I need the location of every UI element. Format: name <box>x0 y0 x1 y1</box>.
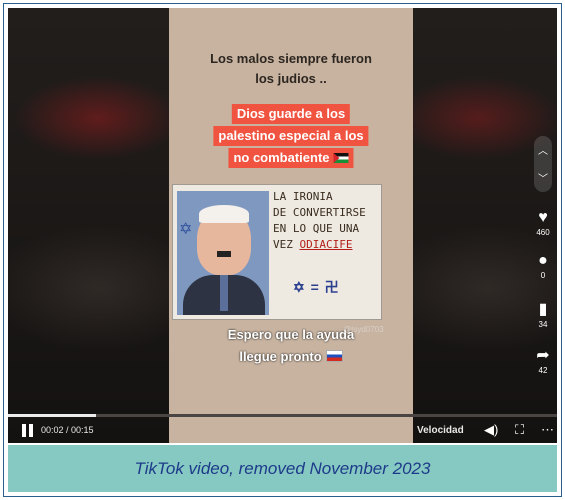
comment-icon: ● <box>538 252 548 269</box>
highlight-text-line: no combatiente <box>228 148 354 168</box>
highlight-text: no combatiente <box>233 150 330 165</box>
video-frame[interactable]: Los malos siempre fueron los judios .. D… <box>169 8 413 443</box>
video-nav-pill: ︿ ﹀ <box>534 136 552 192</box>
bookmark-icon: ▮ <box>538 301 548 318</box>
pause-icon <box>22 424 26 437</box>
heart-icon: ♥ <box>538 209 548 226</box>
chevron-down-icon[interactable]: ﹀ <box>534 170 552 185</box>
overlay-text-line: Los malos siempre fueron <box>210 51 372 66</box>
more-options-icon[interactable]: ⋯ <box>541 422 554 438</box>
share-count: 42 <box>538 366 548 375</box>
comment-count: 0 <box>540 271 546 280</box>
content-frame: Los malos siempre fueron los judios .. D… <box>3 3 562 497</box>
like-button[interactable]: ♥ 460 <box>531 209 555 238</box>
speed-button[interactable]: Velocidad <box>417 425 464 436</box>
palestine-flag-icon <box>333 153 349 163</box>
pause-button[interactable] <box>22 424 34 437</box>
watermark: @tsyd0703 <box>343 325 384 334</box>
star-of-david-icon: ✡ <box>179 221 193 238</box>
comment-button[interactable]: ● 0 <box>531 252 555 281</box>
fullscreen-icon[interactable]: ⛶ <box>515 422 524 438</box>
portrait-image: ✡ <box>177 191 269 315</box>
poster-equation: ✡ = 卍 <box>293 279 340 295</box>
poster-handwriting: LA IRONIA DE CONVERTIRSE EN LO QUE UNA V… <box>273 190 366 251</box>
highlight-text-line: palestino especial a los <box>213 126 369 146</box>
overlay-text-line: los judios .. <box>255 71 327 86</box>
video-player[interactable]: Los malos siempre fueron los judios .. D… <box>8 8 557 443</box>
share-button[interactable]: ➦ 42 <box>531 347 555 376</box>
save-button[interactable]: ▮ 34 <box>531 301 555 330</box>
caption-bar: TikTok video, removed November 2023 <box>8 445 557 492</box>
highlight-text-line: Dios guarde a los <box>231 104 351 124</box>
caption-text: TikTok video, removed November 2023 <box>134 459 431 478</box>
save-count: 34 <box>538 320 548 329</box>
chevron-up-icon[interactable]: ︿ <box>534 142 552 157</box>
volume-icon[interactable]: ◀) <box>484 422 498 438</box>
player-controls: 00:02 / 00:15 Velocidad ◀) ⛶ ⋯ <box>8 417 557 443</box>
overlay-text-line: llegue pronto <box>169 348 413 366</box>
poster-image: ✡ LA IRONIA DE CONVERTIRSE EN LO QUE UNA… <box>172 184 382 320</box>
like-count: 460 <box>536 228 550 237</box>
share-icon: ➦ <box>536 347 550 364</box>
time-display: 00:02 / 00:15 <box>41 425 94 435</box>
russia-flag-icon <box>325 350 343 362</box>
